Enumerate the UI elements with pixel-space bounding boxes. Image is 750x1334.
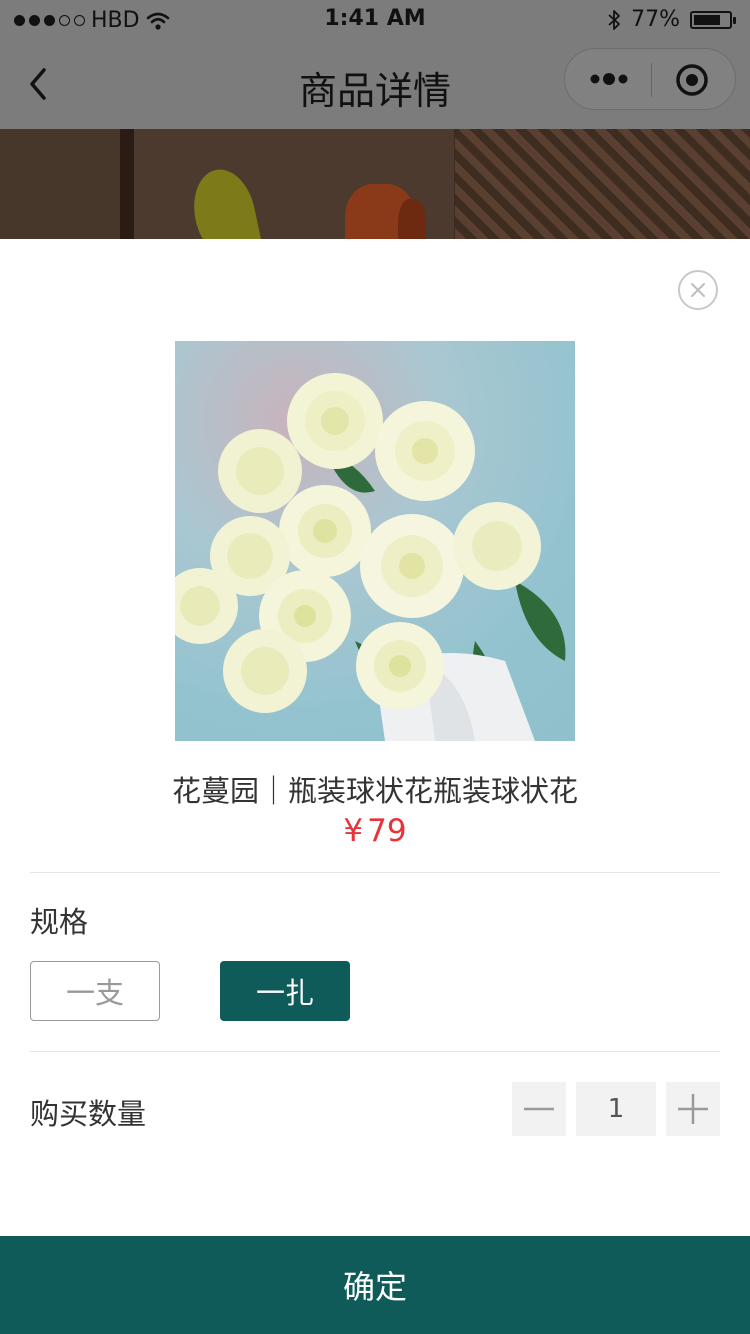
spec-option-single[interactable]: 一支 <box>30 961 160 1021</box>
battery-icon <box>690 10 736 29</box>
target-circle-icon <box>676 64 708 96</box>
product-name: 花蔓园｜瓶装球状花瓶装球状花 <box>171 774 578 808</box>
divider <box>30 1051 720 1052</box>
quantity-decrease-button[interactable] <box>512 1082 566 1136</box>
minus-icon <box>524 1107 554 1111</box>
product-image <box>175 341 575 741</box>
confirm-button[interactable]: 确定 <box>0 1236 750 1334</box>
battery-percent: 77% <box>631 7 680 32</box>
quantity-label: 购买数量 <box>30 1097 147 1131</box>
white-roses-image <box>175 373 566 741</box>
spec-title: 规格 <box>30 905 89 939</box>
status-bar: HBD 1:41 AM 77% <box>0 0 750 40</box>
close-icon <box>691 283 705 297</box>
spec-option-bundle[interactable]: 一扎 <box>220 961 350 1021</box>
close-sheet-button[interactable] <box>678 270 718 310</box>
bluetooth-icon <box>608 9 620 30</box>
spec-selection-sheet: 花蔓园｜瓶装球状花瓶装球状花 ¥79 规格 一支 一扎 购买数量 1 确定 <box>0 239 750 1334</box>
quantity-input[interactable]: 1 <box>576 1082 656 1136</box>
quantity-increase-button[interactable] <box>666 1082 720 1136</box>
status-right: 77% <box>607 7 736 32</box>
more-button[interactable] <box>589 67 629 91</box>
price-value: 79 <box>367 813 407 849</box>
divider <box>30 872 720 873</box>
currency-symbol: ¥ <box>343 813 364 849</box>
plus-icon <box>678 1094 708 1124</box>
close-mini-program-button[interactable] <box>675 63 709 97</box>
product-banner-image <box>0 129 750 239</box>
mini-program-capsule <box>564 48 736 110</box>
more-dots-icon <box>590 73 628 85</box>
product-price: ¥79 <box>0 813 750 849</box>
capsule-divider <box>651 63 652 97</box>
navigation-bar: 商品详情 <box>0 40 750 129</box>
